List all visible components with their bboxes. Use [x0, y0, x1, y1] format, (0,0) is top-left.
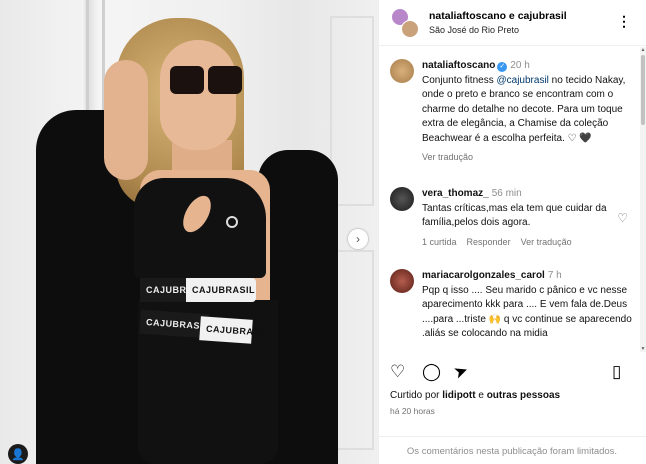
comment-time: 56 min [491, 188, 522, 199]
avatar[interactable] [401, 19, 419, 38]
comment-username[interactable]: vera_thomaz_ [422, 188, 489, 199]
bookmark-icon[interactable]: ▯ [612, 362, 621, 382]
comment-username[interactable]: mariacarolgonzales_carol [422, 270, 545, 281]
sunglasses [170, 66, 242, 94]
avatar[interactable] [390, 59, 414, 83]
verified-badge-icon: ✓ [497, 62, 508, 72]
post-photo[interactable]: CAJUBRASIL CAJUBRASIL CAJUBRASIL CAJUBRA… [0, 0, 378, 464]
heart-icon[interactable]: ♡ [390, 362, 405, 382]
band-brand-text: CAJUBRASIL [192, 285, 256, 295]
post-actions: ♡ ◯ ➤ ▯ [390, 360, 636, 384]
comment-likes-link[interactable]: 1 curtida [422, 235, 457, 250]
tagged-users-button[interactable]: 👤 [8, 444, 28, 464]
comment-icon[interactable]: ◯ [422, 362, 441, 382]
scroll-up-icon[interactable]: ▲ [640, 47, 646, 53]
location-link[interactable]: São José do Rio Preto [429, 23, 567, 37]
caption: nataliaftoscano ✓ 20 h Conjunto fitness @c… [390, 59, 634, 165]
person-tag-icon: 👤 [11, 448, 25, 461]
more-options-icon[interactable]: ⋮ [617, 13, 632, 30]
like-comment-icon[interactable]: ♡ [617, 211, 628, 225]
likes-prefix: Curtido por [390, 390, 443, 401]
reply-button[interactable]: Responder [467, 235, 511, 250]
see-translation-link[interactable]: Ver tradução [521, 235, 572, 250]
scrollbar-thumb[interactable] [641, 55, 645, 125]
caption-time: 20 h [510, 60, 530, 71]
post-timestamp[interactable]: há 20 horas [390, 406, 435, 416]
brand-logo-icon [226, 216, 238, 228]
post-authors-link[interactable]: nataliaftoscano e cajubrasil [429, 9, 567, 23]
avatar[interactable] [390, 269, 414, 293]
next-photo-button[interactable]: › [348, 229, 368, 249]
comment-text: Pqp q isso .... Seu marido c pânico e vc… [422, 284, 632, 340]
comments-list[interactable]: nataliaftoscano ✓ 20 h Conjunto fitness @c… [378, 47, 640, 352]
chevron-right-icon: › [356, 232, 360, 246]
caption-text: Conjunto fitness [422, 74, 497, 86]
comment-text: Tantas críticas,mas ela tem que cuidar d… [422, 202, 607, 229]
arm [104, 60, 148, 180]
shorts-band: CAJUBRASIL [139, 309, 209, 339]
collab-avatars[interactable] [391, 7, 421, 38]
post-header: nataliaftoscano e cajubrasil São José do… [379, 0, 646, 46]
scroll-down-icon[interactable]: ▼ [640, 346, 646, 352]
share-icon[interactable]: ➤ [451, 360, 471, 384]
see-translation-link[interactable]: Ver tradução [422, 150, 473, 165]
liked-by-user-link[interactable]: lidipott [442, 390, 475, 401]
liked-by-others-link[interactable]: outras pessoas [487, 390, 560, 401]
comments-limited-notice: Os comentários nesta publicação foram li… [378, 436, 646, 464]
likes-summary: Curtido por lidipott e outras pessoas [390, 390, 560, 401]
comments-scrollbar[interactable]: ▲ ▼ [640, 47, 646, 352]
likes-middle: e [475, 390, 487, 401]
comment: vera_thomaz_ 56 min Tantas críticas,mas e… [390, 187, 634, 249]
caption-username[interactable]: nataliaftoscano [422, 60, 495, 71]
comment: mariacarolgonzales_carol 7 h Pqp q isso .… [390, 269, 634, 342]
face [160, 40, 236, 150]
sports-top [134, 178, 266, 278]
waistband: CAJUBRASIL [186, 278, 256, 302]
avatar[interactable] [390, 187, 414, 211]
comment-time: 7 h [547, 270, 562, 281]
mention-link[interactable]: @cajubrasil [497, 75, 549, 86]
shorts-band: CAJUBRASIL [199, 316, 269, 344]
